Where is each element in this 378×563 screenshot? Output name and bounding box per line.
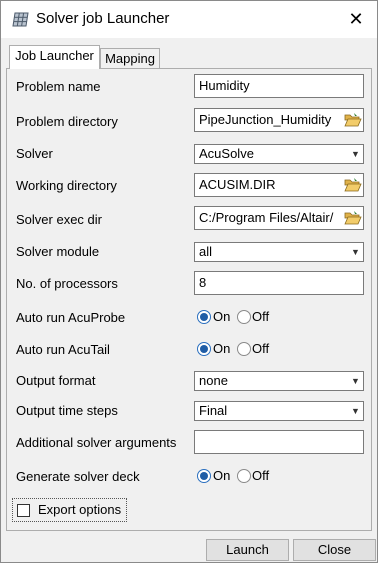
solver-value: AcuSolve [199, 146, 254, 161]
acuprobe-off-radio[interactable] [237, 310, 251, 324]
working-directory-label: Working directory [16, 178, 117, 193]
solver-exec-dir-label: Solver exec dir [16, 212, 102, 227]
folder-open-icon[interactable] [344, 176, 362, 194]
solver-module-select[interactable]: all ▼ [194, 242, 364, 262]
num-processors-value: 8 [199, 275, 207, 290]
chevron-down-icon: ▼ [351, 376, 360, 386]
problem-name-value: Humidity [199, 78, 250, 93]
chevron-down-icon: ▼ [351, 247, 360, 257]
generate-solver-deck-radio-group: On Off [197, 468, 277, 486]
solver-module-label: Solver module [16, 244, 100, 259]
folder-open-icon[interactable] [344, 209, 362, 227]
output-time-steps-label: Output time steps [16, 403, 118, 418]
problem-directory-label: Problem directory [16, 114, 118, 129]
auto-run-acutail-label: Auto run AcuTail [16, 342, 110, 357]
grid-app-icon [12, 12, 29, 27]
solver-exec-dir-input[interactable]: C:/Program Files/Altair/ [194, 206, 364, 230]
auto-run-acutail-radio-group: On Off [197, 341, 277, 359]
output-format-value: none [199, 373, 228, 388]
auto-run-acuprobe-radio-group: On Off [197, 309, 277, 327]
export-options-label: Export options [38, 502, 122, 517]
problem-name-input[interactable]: Humidity [194, 74, 364, 98]
solver-job-launcher-window: Solver job Launcher ✕ Job Launcher Mappi… [0, 0, 378, 563]
output-time-steps-select[interactable]: Final ▼ [194, 401, 364, 421]
folder-open-icon[interactable] [344, 111, 362, 129]
auto-run-acuprobe-label: Auto run AcuProbe [16, 310, 126, 325]
output-format-label: Output format [16, 373, 96, 388]
chevron-down-icon: ▼ [351, 406, 360, 416]
launch-button[interactable]: Launch [206, 539, 289, 561]
working-directory-input[interactable]: ACUSIM.DIR [194, 173, 364, 197]
solver-label: Solver [16, 146, 53, 161]
export-options-checkbox-row[interactable]: Export options [12, 498, 127, 522]
acutail-on-label: On [213, 341, 231, 356]
solver-module-value: all [199, 244, 213, 259]
window-title: Solver job Launcher [36, 10, 170, 27]
num-processors-input[interactable]: 8 [194, 271, 364, 295]
acuprobe-on-radio[interactable] [197, 310, 211, 324]
solver-select[interactable]: AcuSolve ▼ [194, 144, 364, 164]
output-format-select[interactable]: none ▼ [194, 371, 364, 391]
chevron-down-icon: ▼ [351, 149, 360, 159]
tab-job-launcher[interactable]: Job Launcher [9, 45, 100, 69]
problem-directory-input[interactable]: PipeJunction_Humidity [194, 108, 364, 132]
acuprobe-on-label: On [213, 309, 231, 324]
solver-deck-on-radio[interactable] [197, 469, 211, 483]
close-button[interactable]: Close [293, 539, 376, 561]
acutail-off-label: Off [252, 341, 270, 356]
problem-directory-value: PipeJunction_Humidity [199, 112, 332, 127]
acutail-on-radio[interactable] [197, 342, 211, 356]
num-processors-label: No. of processors [16, 276, 118, 291]
acutail-off-radio[interactable] [237, 342, 251, 356]
problem-name-label: Problem name [16, 79, 101, 94]
tab-mapping[interactable]: Mapping [100, 48, 160, 70]
solver-deck-off-radio[interactable] [237, 469, 251, 483]
close-icon[interactable]: ✕ [341, 4, 371, 34]
solver-exec-dir-value: C:/Program Files/Altair/ [199, 210, 334, 225]
working-directory-value: ACUSIM.DIR [199, 177, 276, 192]
export-options-checkbox[interactable] [17, 504, 30, 517]
acuprobe-off-label: Off [252, 309, 270, 324]
additional-args-label: Additional solver arguments [16, 435, 177, 450]
solver-deck-off-label: Off [252, 468, 270, 483]
generate-solver-deck-label: Generate solver deck [16, 469, 140, 484]
title-bar: Solver job Launcher ✕ [1, 1, 377, 38]
additional-args-input[interactable] [194, 430, 364, 454]
job-launcher-panel [6, 68, 372, 531]
solver-deck-on-label: On [213, 468, 231, 483]
output-time-steps-value: Final [199, 403, 228, 418]
